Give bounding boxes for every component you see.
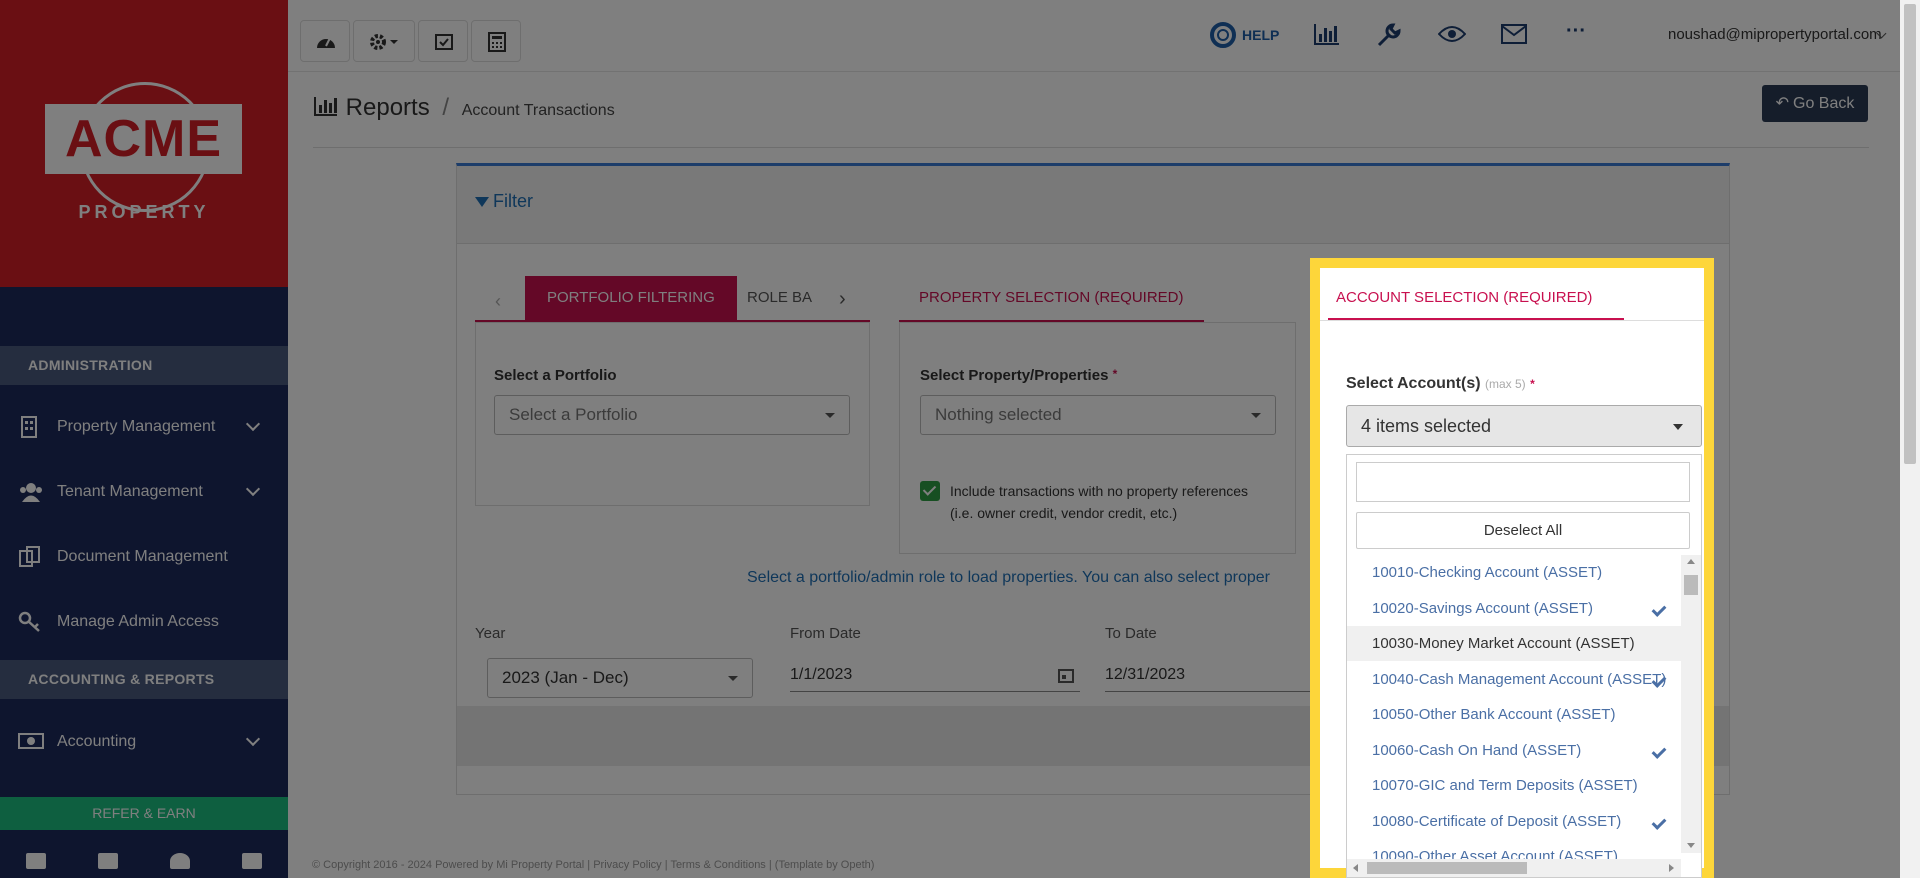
vertical-scrollbar[interactable] [1681, 555, 1701, 853]
check-icon [1651, 814, 1667, 830]
account-select[interactable]: 4 items selected [1346, 405, 1702, 447]
scroll-down-icon[interactable] [1687, 843, 1695, 848]
account-option[interactable]: 10040-Cash Management Account (ASSET) [1347, 662, 1681, 697]
account-option[interactable]: 10070-GIC and Term Deposits (ASSET) [1347, 768, 1681, 803]
scroll-thumb[interactable] [1684, 575, 1698, 595]
account-options-list: 10010-Checking Account (ASSET) 10020-Savi… [1347, 555, 1681, 869]
account-option-label: 10010-Checking Account (ASSET) [1372, 564, 1603, 581]
account-option[interactable]: 10050-Other Bank Account (ASSET) [1347, 697, 1681, 732]
account-option-label: 10030-Money Market Account (ASSET) [1372, 635, 1635, 652]
account-select-value: 4 items selected [1361, 416, 1492, 436]
account-option[interactable]: 10030-Money Market Account (ASSET) [1347, 626, 1681, 661]
scroll-thumb[interactable] [1367, 862, 1527, 874]
account-option-label: 10080-Certificate of Deposit (ASSET) [1372, 812, 1622, 830]
tab-account-selection[interactable]: ACCOUNT SELECTION (REQUIRED) [1328, 276, 1600, 320]
check-icon [1651, 601, 1667, 617]
account-option[interactable]: 10010-Checking Account (ASSET) [1347, 555, 1681, 590]
caret-down-icon [1673, 424, 1683, 430]
check-icon [1651, 743, 1667, 759]
divider [1320, 320, 1704, 321]
account-option[interactable]: 10020-Savings Account (ASSET) [1347, 591, 1681, 626]
page-scroll-thumb[interactable] [1904, 4, 1916, 464]
account-option-label: 10070-GIC and Term Deposits (ASSET) [1372, 777, 1638, 794]
account-label-text: Select Account(s) [1346, 375, 1481, 392]
account-search-input[interactable] [1356, 462, 1690, 502]
account-selection-panel: ACCOUNT SELECTION (REQUIRED) Select Acco… [1310, 258, 1714, 878]
scroll-left-icon[interactable] [1353, 864, 1358, 872]
deselect-all-button[interactable]: Deselect All [1356, 512, 1690, 549]
required-marker: * [1530, 377, 1535, 391]
account-option-label: 10050-Other Bank Account (ASSET) [1372, 706, 1616, 723]
account-option[interactable]: 10080-Certificate of Deposit (ASSET) [1347, 804, 1681, 839]
account-max-hint: (max 5) [1485, 377, 1526, 391]
scroll-right-icon[interactable] [1669, 864, 1674, 872]
account-dropdown: Deselect All 10010-Checking Account (ASS… [1346, 454, 1702, 878]
account-label: Select Account(s) (max 5) * [1346, 375, 1535, 393]
horizontal-scrollbar[interactable] [1347, 859, 1681, 877]
account-option[interactable]: 10060-Cash On Hand (ASSET) [1347, 733, 1681, 768]
account-option-label: 10060-Cash On Hand (ASSET) [1372, 741, 1582, 759]
scroll-up-icon[interactable] [1687, 559, 1695, 564]
account-option-label: 10020-Savings Account (ASSET) [1372, 599, 1593, 617]
account-option-label: 10040-Cash Management Account (ASSET) [1372, 670, 1667, 688]
page-scrollbar[interactable] [1900, 0, 1920, 878]
